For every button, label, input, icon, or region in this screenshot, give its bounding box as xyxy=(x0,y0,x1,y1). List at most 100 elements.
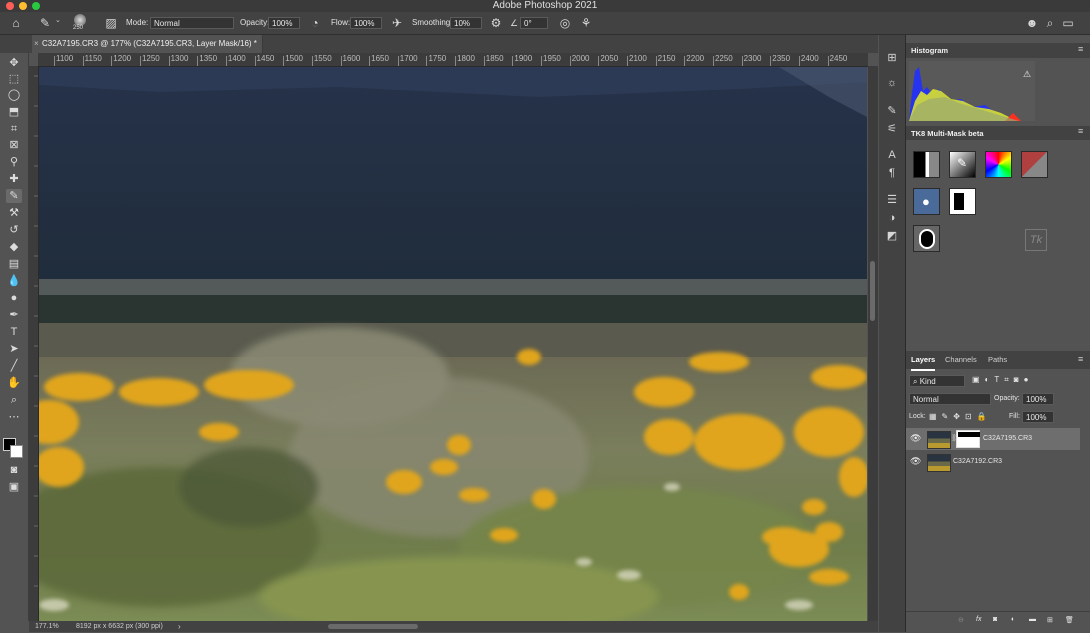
brush-settings-icon[interactable]: ⚟ xyxy=(884,122,900,136)
tk8-panel-menu-icon[interactable]: ≡ xyxy=(1078,126,1083,136)
home-icon[interactable]: ⌂ xyxy=(9,16,23,30)
fill-value: 100% xyxy=(1026,413,1047,422)
layer-name[interactable]: C32A7195.CR3 xyxy=(983,435,1032,442)
paragraph-icon[interactable]: ¶ xyxy=(884,166,900,180)
adjustment-layer-icon[interactable]: ◐ xyxy=(1011,616,1015,623)
blend-mode-select[interactable]: Normal xyxy=(909,393,991,405)
opacity-input[interactable]: 100% xyxy=(268,17,300,29)
character-icon[interactable]: A xyxy=(884,148,900,162)
brushes-icon[interactable]: ✎ xyxy=(884,104,900,118)
layers-panel-menu-icon[interactable]: ≡ xyxy=(1078,354,1083,364)
document-tab[interactable]: × C32A7195.CR3 @ 177% (C32A7195.CR3, Lay… xyxy=(32,35,263,53)
search-icon[interactable]: ⌕ xyxy=(1043,16,1057,30)
styles-icon[interactable]: ◑ xyxy=(884,211,900,225)
screen-mode-icon[interactable]: ▣ xyxy=(6,480,22,494)
move-tool-icon[interactable]: ✥ xyxy=(6,56,22,70)
pressure-size-icon[interactable]: ◎ xyxy=(558,16,572,30)
tk8-portrait-mask-button[interactable]: ● xyxy=(913,188,940,215)
chevron-down-icon[interactable]: ⌄ xyxy=(55,16,61,24)
zoom-tool-icon[interactable]: ⌕ xyxy=(6,393,22,407)
new-group-icon[interactable]: ▬ xyxy=(1029,616,1036,623)
tab-layers[interactable]: Layers xyxy=(911,351,936,371)
flow-input[interactable]: 100% xyxy=(350,17,382,29)
properties-icon[interactable]: ⊞ xyxy=(884,51,900,65)
plugin-panel-icon[interactable]: ◩ xyxy=(884,229,900,243)
pressure-opacity-icon[interactable]: ◔ xyxy=(308,16,322,30)
tab-channels[interactable]: Channels xyxy=(945,351,977,369)
layer-row[interactable]: 👁 C32A7192.CR3 xyxy=(906,451,1080,473)
tk8-panel-title[interactable]: TK8 Multi-Mask beta xyxy=(911,129,984,138)
dodge-tool-icon[interactable]: ● xyxy=(6,291,22,305)
marquee-tool-icon[interactable]: ⬚ xyxy=(6,72,22,86)
crop-tool-icon[interactable]: ⌗ xyxy=(6,122,22,136)
status-menu-chevron-icon[interactable]: › xyxy=(178,621,181,632)
layer-mask-thumbnail[interactable] xyxy=(956,430,980,448)
histogram-warning-icon[interactable]: ⚠ xyxy=(1023,69,1031,80)
path-selection-tool-icon[interactable]: ➤ xyxy=(6,342,22,356)
workspace-icon[interactable]: ▭ xyxy=(1061,16,1075,30)
layer-thumbnail[interactable] xyxy=(927,431,951,449)
brush-tool-icon[interactable]: ✎ xyxy=(6,189,22,203)
histogram-panel-title[interactable]: Histogram xyxy=(911,46,948,55)
vertical-scroll-thumb[interactable] xyxy=(870,261,875,321)
link-layers-icon[interactable]: ⊖ xyxy=(958,616,964,624)
pen-tool-icon[interactable]: ✒ xyxy=(6,308,22,322)
history-brush-tool-icon[interactable]: ↺ xyxy=(6,223,22,237)
lasso-tool-icon[interactable]: ◯ xyxy=(6,88,22,102)
hand-tool-icon[interactable]: ✋ xyxy=(6,376,22,390)
clone-stamp-tool-icon[interactable]: ⚒ xyxy=(6,206,22,220)
background-color-swatch[interactable] xyxy=(10,445,23,458)
mode-select[interactable]: Normal xyxy=(150,17,234,29)
zoom-level[interactable]: 177.1% xyxy=(35,621,59,632)
tk8-zone-mask-button[interactable] xyxy=(1021,151,1048,178)
brush-tool-preset-icon[interactable]: ✎ xyxy=(38,16,52,30)
tk8-luminosity-mask-button[interactable] xyxy=(913,151,940,178)
share-icon[interactable]: ☻ xyxy=(1025,16,1039,30)
frame-tool-icon[interactable]: ⊠ xyxy=(6,138,22,152)
symmetry-icon[interactable]: ⚘ xyxy=(579,16,593,30)
blur-tool-icon[interactable]: 💧 xyxy=(6,274,22,288)
layer-filter-select[interactable]: ⌕ Kind xyxy=(909,375,965,387)
eye-visibility-icon[interactable]: 👁 xyxy=(910,456,921,467)
mode-label: Mode: xyxy=(126,18,149,27)
document-canvas[interactable] xyxy=(39,67,867,621)
lock-options-icons[interactable]: ▦✎✥⊡🔒 xyxy=(929,412,992,421)
eye-visibility-icon[interactable]: 👁 xyxy=(910,433,921,444)
airbrush-icon[interactable]: ✈ xyxy=(390,16,404,30)
fx-icon[interactable]: fx xyxy=(976,616,981,623)
angle-input[interactable]: 0° xyxy=(520,17,548,29)
layer-filter-type-icons[interactable]: ▣◐T⌗◙● xyxy=(972,375,1033,385)
type-tool-icon[interactable]: T xyxy=(6,325,22,339)
new-layer-icon[interactable]: ⊞ xyxy=(1047,616,1053,624)
adjustment-sliders-icon[interactable]: ☰ xyxy=(884,193,900,207)
layer-thumbnail[interactable] xyxy=(927,454,951,472)
add-mask-icon[interactable]: ◙ xyxy=(993,616,997,623)
object-selection-tool-icon[interactable]: ⬒ xyxy=(6,105,22,119)
layer-row[interactable]: 👁 ⛓ C32A7195.CR3 xyxy=(906,428,1080,450)
eyedropper-tool-icon[interactable]: ⚲ xyxy=(6,155,22,169)
tk8-eyedropper-mask-button[interactable]: ✎ xyxy=(949,151,976,178)
close-tab-icon[interactable]: × xyxy=(34,39,39,48)
tk8-mask-display-button[interactable] xyxy=(949,188,976,215)
tab-paths[interactable]: Paths xyxy=(988,351,1007,369)
more-tools-icon[interactable]: ⋯ xyxy=(6,410,22,424)
tk8-mask-from-layer-button[interactable] xyxy=(913,225,940,252)
brush-settings-icon[interactable]: ▨ xyxy=(104,16,118,30)
ruler-tick xyxy=(655,56,657,66)
delete-layer-icon[interactable]: 🗑 xyxy=(1065,616,1074,624)
smoothing-input[interactable]: 10% xyxy=(450,17,482,29)
canvas-vertical-scrollbar[interactable] xyxy=(868,66,878,621)
layer-name[interactable]: C32A7192.CR3 xyxy=(953,458,1002,465)
histogram-panel-menu-icon[interactable]: ≡ xyxy=(1078,44,1083,54)
quick-mask-icon[interactable]: ◙ xyxy=(6,463,22,477)
fill-input[interactable]: 100% xyxy=(1022,411,1054,423)
eraser-tool-icon[interactable]: ◆ xyxy=(6,240,22,254)
tk8-color-mask-button[interactable] xyxy=(985,151,1012,178)
adjustments-icon[interactable]: ☼ xyxy=(884,76,900,90)
layer-opacity-input[interactable]: 100% xyxy=(1022,393,1054,405)
gradient-tool-icon[interactable]: ▤ xyxy=(6,257,22,271)
line-tool-icon[interactable]: ╱ xyxy=(6,359,22,373)
smoothing-settings-gear-icon[interactable]: ⚙ xyxy=(489,16,503,30)
horizontal-scroll-thumb[interactable] xyxy=(328,624,418,629)
healing-brush-tool-icon[interactable]: ✚ xyxy=(6,172,22,186)
